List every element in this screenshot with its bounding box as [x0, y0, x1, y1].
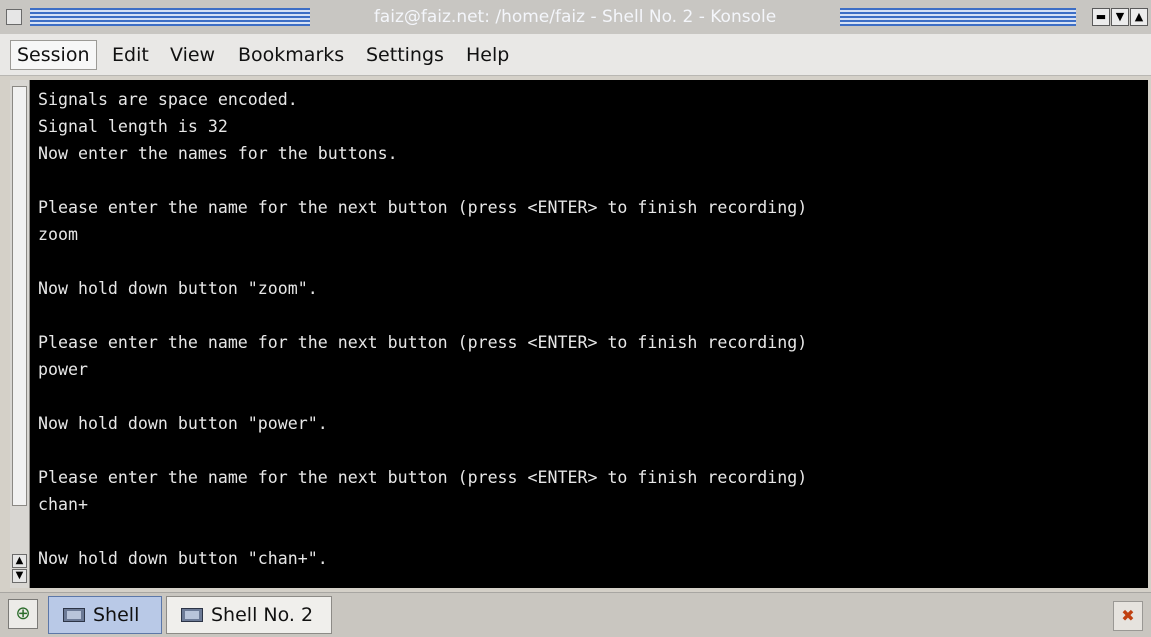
window-menu-button[interactable]: [6, 9, 22, 25]
terminal-line: Please enter the name for the next butto…: [38, 198, 808, 217]
terminal-line: Please enter the name for the next butto…: [38, 468, 808, 487]
tab-shell-no-2[interactable]: Shell No. 2: [166, 596, 332, 634]
terminal-line: Now hold down button "power".: [38, 414, 328, 433]
terminal-line: Now hold down button "chan+".: [38, 549, 328, 568]
terminal-line: zoom: [38, 225, 78, 244]
tab-label: Shell: [93, 604, 140, 626]
title-bar-stripes-right: [840, 8, 1076, 26]
scrollbar-thumb[interactable]: [12, 86, 27, 506]
tab-label: Shell No. 2: [211, 604, 314, 626]
scroll-down-arrow-icon[interactable]: ▼: [12, 569, 27, 583]
terminal-line: Now enter the names for the buttons.: [38, 144, 398, 163]
terminal-icon: [63, 608, 85, 622]
terminal-line: power: [38, 360, 88, 379]
menu-edit[interactable]: Edit: [106, 40, 155, 70]
menu-session[interactable]: Session: [10, 40, 97, 70]
terminal-view[interactable]: ▲ ▼ Signals are space encoded. Signal le…: [10, 80, 1148, 588]
close-button[interactable]: ▲: [1130, 8, 1148, 26]
maximize-button[interactable]: ▼: [1111, 8, 1129, 26]
title-bar: faiz@faiz.net: /home/faiz - Shell No. 2 …: [0, 0, 1151, 34]
tab-shell[interactable]: Shell: [48, 596, 162, 634]
minimize-button[interactable]: ▬: [1092, 8, 1110, 26]
menu-bar: Session Edit View Bookmarks Settings Hel…: [0, 34, 1151, 76]
menu-settings[interactable]: Settings: [360, 40, 450, 70]
menu-bookmarks[interactable]: Bookmarks: [232, 40, 350, 70]
vertical-scrollbar[interactable]: ▲ ▼: [10, 80, 30, 588]
title-bar-stripes-left: [30, 8, 312, 26]
menu-view[interactable]: View: [164, 40, 221, 70]
terminal-line: Signals are space encoded.: [38, 90, 298, 109]
new-session-icon[interactable]: ⊕: [8, 599, 38, 629]
window-title: faiz@faiz.net: /home/faiz - Shell No. 2 …: [310, 0, 840, 34]
session-tab-bar: ⊕ Shell Shell No. 2 ✖: [0, 592, 1151, 637]
terminal-line: chan+: [38, 495, 88, 514]
terminal-line: Signal length is 32: [38, 117, 228, 136]
close-session-icon[interactable]: ✖: [1113, 601, 1143, 631]
terminal-icon: [181, 608, 203, 622]
menu-help[interactable]: Help: [460, 40, 515, 70]
scroll-up-arrow-icon[interactable]: ▲: [12, 554, 27, 568]
terminal-line: Now hold down button "zoom".: [38, 279, 318, 298]
terminal-line: Please enter the name for the next butto…: [38, 333, 808, 352]
